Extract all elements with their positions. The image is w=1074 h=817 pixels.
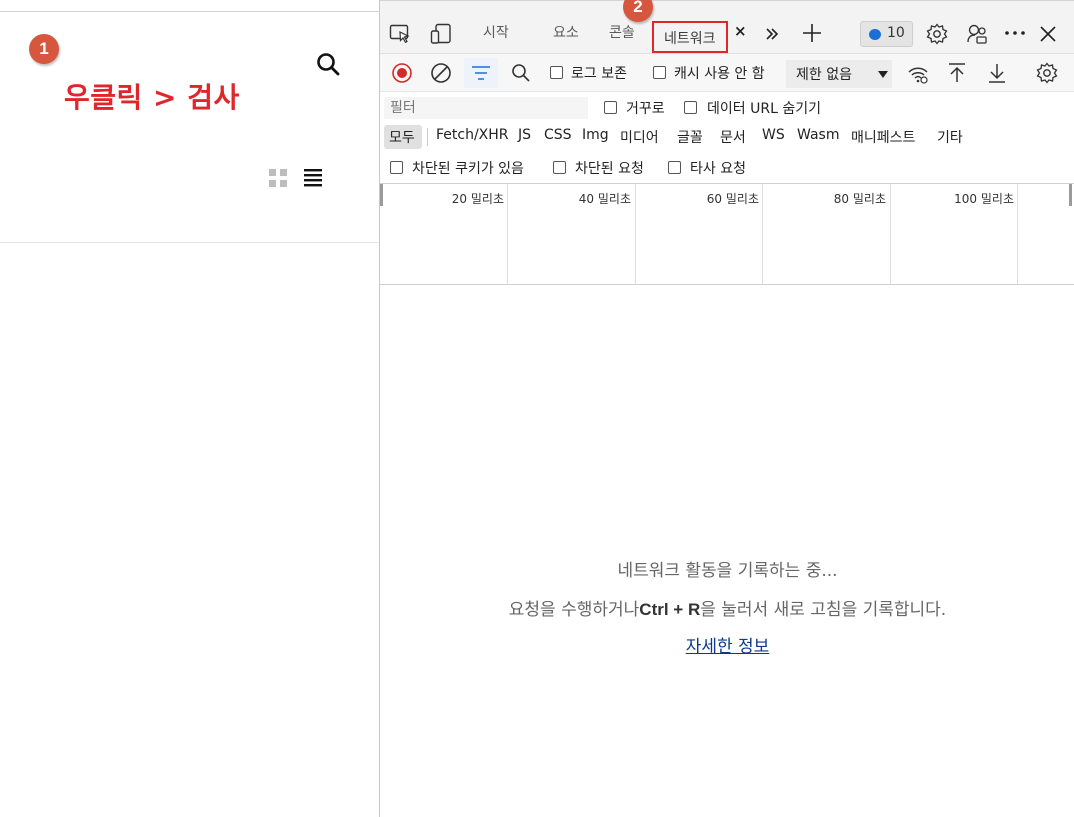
type-filter-all[interactable]: 모두 — [384, 125, 422, 149]
issues-count: 10 — [887, 25, 905, 41]
type-filter-fetch-xhr[interactable]: Fetch/XHR — [436, 127, 509, 143]
preserve-log-label: 로그 보존 — [571, 66, 627, 82]
timeline-label: 40 밀리초 — [578, 192, 631, 206]
tab-network-label: 네트워크 — [664, 31, 716, 47]
issues-counter[interactable]: 10 — [860, 21, 913, 47]
timeline-gridline — [635, 184, 636, 284]
throttling-value: 제한 없음 — [796, 67, 852, 83]
blocked-requests-label: 차단된 요청 — [575, 161, 644, 177]
network-toolbar: 로그 보존 캐시 사용 안 함 제한 없음 — [380, 54, 1074, 92]
settings-gear-icon[interactable] — [926, 23, 948, 45]
devtools-tab-bar: 시작 요소 콘솔 네트워크 × 10 — [380, 12, 1074, 54]
throttling-select[interactable]: 제한 없음 — [786, 60, 892, 88]
grid-view-icon[interactable] — [268, 168, 288, 188]
export-har-icon[interactable] — [987, 62, 1007, 84]
tab-network[interactable]: 네트워크 — [652, 21, 728, 53]
type-filter-media[interactable]: 미디어 — [620, 127, 659, 147]
add-tab-icon[interactable] — [802, 23, 822, 43]
timeline-gridline — [890, 184, 891, 284]
web-page: 1 우클릭 > 검사 — [0, 0, 379, 817]
timeline-gridline — [507, 184, 508, 284]
record-icon[interactable] — [391, 62, 413, 84]
network-settings-gear-icon[interactable] — [1036, 62, 1058, 84]
timeline-label: 100 밀리초 — [954, 192, 1014, 206]
timeline-gridline — [1017, 184, 1018, 284]
page-divider — [0, 242, 379, 243]
type-filter-other[interactable]: 기타 — [937, 127, 963, 147]
disable-cache-label: 캐시 사용 안 함 — [674, 66, 765, 82]
close-devtools-icon[interactable] — [1040, 26, 1056, 42]
tab-console[interactable]: 콘솔 — [609, 22, 635, 42]
clear-icon[interactable] — [430, 62, 452, 84]
network-conditions-icon[interactable] — [907, 64, 929, 84]
hint-after: 을 눌러서 새로 고침을 기록합니다. — [700, 600, 947, 620]
list-view-icon[interactable] — [302, 166, 324, 188]
more-tabs-chevron-icon[interactable] — [764, 26, 780, 42]
invert-label: 거꾸로 — [626, 101, 665, 117]
device-emulation-icon[interactable] — [430, 23, 452, 45]
filter-bar: 거꾸로 데이터 URL 숨기기 모두 Fetch/XHR JS CSS Img … — [380, 93, 1074, 183]
timeline-left-handle[interactable] — [380, 184, 383, 206]
third-party-label: 타사 요청 — [690, 161, 746, 177]
close-tab-icon[interactable]: × — [734, 22, 747, 40]
empty-state: 네트워크 활동을 기록하는 중... 요청을 수행하거나Ctrl + R을 눌러… — [380, 556, 1074, 657]
timeline-label: 20 밀리초 — [451, 192, 504, 206]
blocked-cookies-checkbox[interactable] — [390, 161, 403, 174]
blocked-requests-checkbox[interactable] — [553, 161, 566, 174]
hide-data-urls-label: 데이터 URL 숨기기 — [707, 101, 821, 117]
preserve-log-checkbox[interactable] — [550, 66, 563, 79]
hint-before: 요청을 수행하거나 — [508, 600, 640, 620]
customize-connect-icon[interactable] — [966, 23, 988, 45]
reload-hint: 요청을 수행하거나Ctrl + R을 눌러서 새로 고침을 기록합니다. — [380, 595, 1074, 620]
learn-more-link[interactable]: 자세한 정보 — [686, 632, 770, 657]
type-filter-js[interactable]: JS — [518, 127, 531, 143]
invert-checkbox[interactable] — [604, 101, 617, 114]
page-top-border — [0, 11, 379, 12]
devtools-top-strip — [380, 0, 1074, 12]
timeline-right-handle[interactable] — [1069, 184, 1072, 206]
blocked-cookies-label: 차단된 쿠키가 있음 — [412, 161, 524, 177]
third-party-checkbox[interactable] — [668, 161, 681, 174]
inspect-element-icon[interactable] — [389, 24, 411, 44]
type-filter-css[interactable]: CSS — [544, 127, 572, 143]
type-separator — [427, 128, 428, 146]
type-filter-img[interactable]: Img — [582, 127, 609, 143]
type-filter-font[interactable]: 글꼴 — [677, 127, 703, 147]
dropdown-caret-icon — [878, 71, 888, 78]
network-overview-timeline[interactable]: 20 밀리초 40 밀리초 60 밀리초 80 밀리초 100 밀리초 — [380, 183, 1074, 285]
timeline-gridline — [762, 184, 763, 284]
more-options-icon[interactable] — [1004, 30, 1026, 36]
recording-message: 네트워크 활동을 기록하는 중... — [617, 561, 838, 581]
type-filter-manifest[interactable]: 매니페스트 — [851, 127, 915, 147]
tab-start[interactable]: 시작 — [483, 22, 509, 42]
hide-data-urls-checkbox[interactable] — [684, 101, 697, 114]
filter-input[interactable] — [384, 97, 588, 119]
devtools-panel: 시작 요소 콘솔 네트워크 × 10 2 로그 보존 캐시 사용 안 함 제한 … — [379, 0, 1074, 817]
type-filter-ws[interactable]: WS — [762, 127, 785, 143]
shortcut-key: Ctrl + R — [639, 600, 701, 619]
filter-icon[interactable] — [471, 65, 491, 81]
search-icon[interactable] — [314, 50, 342, 78]
type-filter-wasm[interactable]: Wasm — [797, 127, 839, 143]
instruction-text: 우클릭 > 검사 — [64, 81, 240, 114]
import-har-icon[interactable] — [947, 62, 967, 84]
disable-cache-checkbox[interactable] — [653, 66, 666, 79]
step-1-badge: 1 — [29, 34, 59, 64]
tab-elements[interactable]: 요소 — [553, 22, 579, 42]
search-icon[interactable] — [511, 63, 531, 83]
type-filter-doc[interactable]: 문서 — [720, 127, 746, 147]
message-icon — [869, 29, 881, 40]
timeline-label: 80 밀리초 — [833, 192, 886, 206]
timeline-label: 60 밀리초 — [706, 192, 759, 206]
